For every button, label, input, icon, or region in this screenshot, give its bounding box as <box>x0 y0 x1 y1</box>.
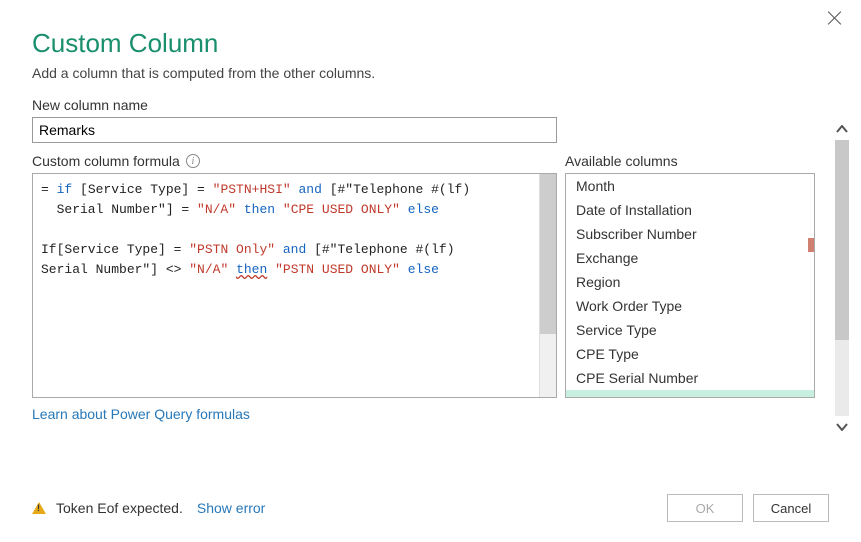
available-columns-list[interactable]: MonthDate of InstallationSubscriber Numb… <box>565 173 815 398</box>
column-item[interactable]: Telephone Serial Number <box>566 390 814 398</box>
dialog-scrollbar[interactable] <box>831 118 853 438</box>
available-columns-label: Available columns <box>565 153 815 169</box>
cancel-button[interactable]: Cancel <box>753 494 829 522</box>
column-item[interactable]: Region <box>566 270 814 294</box>
column-item[interactable]: Exchange <box>566 246 814 270</box>
dialog-footer: Token Eof expected. Show error OK Cancel <box>32 494 829 522</box>
error-message: Token Eof expected. <box>56 500 183 516</box>
column-item[interactable]: Service Type <box>566 318 814 342</box>
scroll-thumb[interactable] <box>835 140 849 340</box>
new-column-name-input[interactable] <box>32 117 557 143</box>
error-marker <box>808 238 814 252</box>
column-item[interactable]: Subscriber Number <box>566 222 814 246</box>
learn-link[interactable]: Learn about Power Query formulas <box>32 406 250 422</box>
formula-content[interactable]: = if [Service Type] = "PSTN+HSI" and [#"… <box>33 174 539 397</box>
new-column-name-label: New column name <box>32 97 829 113</box>
formula-scrollbar[interactable] <box>539 174 556 397</box>
dialog-subtitle: Add a column that is computed from the o… <box>32 65 829 81</box>
scroll-track[interactable] <box>835 140 849 416</box>
column-item[interactable]: CPE Type <box>566 342 814 366</box>
scroll-down-arrow[interactable] <box>831 416 853 438</box>
ok-button[interactable]: OK <box>667 494 743 522</box>
column-item[interactable]: Date of Installation <box>566 198 814 222</box>
column-item[interactable]: CPE Serial Number <box>566 366 814 390</box>
info-icon[interactable]: i <box>186 154 200 168</box>
scroll-up-arrow[interactable] <box>831 118 853 140</box>
show-error-link[interactable]: Show error <box>197 500 265 516</box>
warning-icon <box>32 502 46 514</box>
column-item[interactable]: Work Order Type <box>566 294 814 318</box>
formula-label: Custom column formula <box>32 153 180 169</box>
dialog-title: Custom Column <box>32 28 829 59</box>
formula-scrollbar-thumb[interactable] <box>540 174 556 334</box>
formula-editor[interactable]: = if [Service Type] = "PSTN+HSI" and [#"… <box>32 173 557 398</box>
close-button[interactable] <box>827 10 843 26</box>
custom-column-dialog: Custom Column Add a column that is compu… <box>0 0 861 442</box>
column-item[interactable]: Month <box>566 174 814 198</box>
